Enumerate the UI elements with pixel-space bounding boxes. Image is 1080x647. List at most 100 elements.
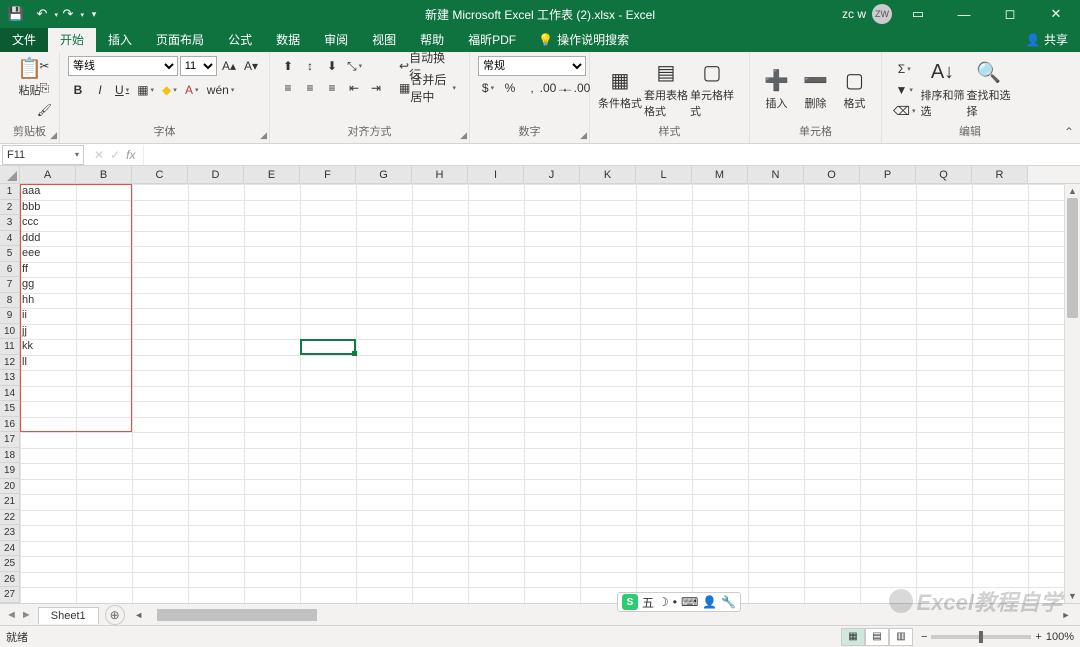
vertical-scrollbar[interactable]: ▲ ▼ bbox=[1064, 184, 1080, 603]
cell-value[interactable]: ll bbox=[20, 355, 76, 371]
column-header[interactable]: B bbox=[76, 166, 132, 183]
column-header[interactable]: A bbox=[20, 166, 76, 183]
border-icon[interactable]: ▦ bbox=[134, 80, 157, 100]
tab-layout[interactable]: 页面布局 bbox=[144, 27, 216, 52]
zoom-slider[interactable] bbox=[931, 635, 1031, 639]
column-header[interactable]: K bbox=[580, 166, 636, 183]
row-header[interactable]: 27 bbox=[0, 587, 20, 603]
cut-icon[interactable]: ✂ bbox=[34, 56, 55, 76]
formula-input[interactable] bbox=[143, 145, 1080, 165]
tell-me[interactable]: 💡操作说明搜索 bbox=[528, 27, 639, 52]
row-header[interactable]: 2 bbox=[0, 200, 20, 216]
hscroll-thumb[interactable] bbox=[157, 609, 317, 621]
cell-value[interactable]: hh bbox=[20, 293, 76, 309]
ime-punct-icon[interactable]: • bbox=[673, 595, 677, 609]
row-header[interactable]: 1 bbox=[0, 184, 20, 200]
row-header[interactable]: 25 bbox=[0, 556, 20, 572]
column-header[interactable]: F bbox=[300, 166, 356, 183]
zoom-level[interactable]: 100% bbox=[1046, 631, 1074, 643]
row-header[interactable]: 13 bbox=[0, 370, 20, 386]
row-header[interactable]: 20 bbox=[0, 479, 20, 495]
tab-data[interactable]: 数据 bbox=[264, 27, 312, 52]
tab-formula[interactable]: 公式 bbox=[216, 27, 264, 52]
delete-cells-button[interactable]: ➖删除 bbox=[797, 69, 834, 111]
number-launcher-icon[interactable]: ◢ bbox=[580, 130, 587, 141]
align-middle-icon[interactable]: ↕ bbox=[300, 56, 320, 76]
column-header[interactable]: R bbox=[972, 166, 1028, 183]
select-all-corner[interactable] bbox=[0, 166, 20, 183]
increase-font-icon[interactable]: A▴ bbox=[219, 56, 239, 76]
cell-value[interactable]: ff bbox=[20, 262, 76, 278]
column-header[interactable]: P bbox=[860, 166, 916, 183]
maximize-icon[interactable]: ◻ bbox=[990, 0, 1030, 28]
row-header[interactable]: 24 bbox=[0, 541, 20, 557]
orientation-icon[interactable]: ⤡ bbox=[344, 56, 365, 76]
fill-icon[interactable]: ▼ bbox=[890, 80, 918, 100]
pagebreak-view-icon[interactable]: ▥ bbox=[889, 628, 913, 646]
ime-moon-icon[interactable]: ☽ bbox=[658, 595, 669, 609]
column-header[interactable]: Q bbox=[916, 166, 972, 183]
ime-toolbar[interactable]: S 五 ☽ • ⌨ 👤 🔧 bbox=[617, 592, 741, 612]
cell-value[interactable]: eee bbox=[20, 246, 76, 262]
row-header[interactable]: 19 bbox=[0, 463, 20, 479]
save-icon[interactable]: 💾 bbox=[4, 2, 28, 26]
row-header[interactable]: 23 bbox=[0, 525, 20, 541]
cell-value[interactable]: jj bbox=[20, 324, 76, 340]
decrease-font-icon[interactable]: A▾ bbox=[241, 56, 261, 76]
sort-filter-button[interactable]: A↓排序和筛选 bbox=[920, 61, 964, 119]
column-header[interactable]: G bbox=[356, 166, 412, 183]
cell-value[interactable]: kk bbox=[20, 339, 76, 355]
fx-enter-icon[interactable]: ✓ bbox=[110, 148, 120, 162]
close-icon[interactable]: ✕ bbox=[1036, 0, 1076, 28]
row-header[interactable]: 5 bbox=[0, 246, 20, 262]
row-header[interactable]: 15 bbox=[0, 401, 20, 417]
column-header[interactable]: J bbox=[524, 166, 580, 183]
ime-settings-icon[interactable]: 🔧 bbox=[721, 595, 736, 609]
collapse-ribbon-icon[interactable]: ⌃ bbox=[1064, 125, 1074, 139]
share-button[interactable]: 👤 共享 bbox=[1014, 27, 1080, 52]
row-header[interactable]: 9 bbox=[0, 308, 20, 324]
indent-increase-icon[interactable]: ⇥ bbox=[366, 78, 386, 98]
sheet-tab[interactable]: Sheet1 bbox=[38, 607, 99, 624]
tab-file[interactable]: 文件 bbox=[0, 27, 48, 52]
tab-insert[interactable]: 插入 bbox=[96, 27, 144, 52]
currency-icon[interactable]: $ bbox=[478, 78, 498, 98]
align-left-icon[interactable]: ≡ bbox=[278, 78, 298, 98]
font-launcher-icon[interactable]: ◢ bbox=[260, 130, 267, 141]
font-size-select[interactable]: 11 bbox=[180, 56, 217, 76]
normal-view-icon[interactable]: ▦ bbox=[841, 628, 865, 646]
redo-icon[interactable]: ↷ bbox=[56, 2, 80, 26]
cell-styles-button[interactable]: ▢单元格样式 bbox=[690, 61, 734, 119]
indent-decrease-icon[interactable]: ⇤ bbox=[344, 78, 364, 98]
row-header[interactable]: 10 bbox=[0, 324, 20, 340]
column-header[interactable]: D bbox=[188, 166, 244, 183]
sheet-nav-prev-icon[interactable]: ◄ bbox=[6, 609, 17, 621]
row-header[interactable]: 16 bbox=[0, 417, 20, 433]
scroll-left-icon[interactable]: ◄ bbox=[133, 610, 145, 620]
cell-value[interactable]: bbb bbox=[20, 200, 76, 216]
decrease-decimal-icon[interactable]: ←.00 bbox=[566, 78, 586, 98]
vscroll-thumb[interactable] bbox=[1067, 198, 1078, 318]
name-box[interactable]: F11 bbox=[2, 145, 84, 165]
column-header[interactable]: I bbox=[468, 166, 524, 183]
minimize-icon[interactable]: — bbox=[944, 0, 984, 28]
table-format-button[interactable]: ▤套用表格格式 bbox=[644, 61, 688, 119]
row-header[interactable]: 21 bbox=[0, 494, 20, 510]
font-color-icon[interactable]: A bbox=[182, 80, 202, 100]
fill-color-icon[interactable]: ◆ bbox=[159, 80, 180, 100]
align-top-icon[interactable]: ⬆ bbox=[278, 56, 298, 76]
ime-mode[interactable]: 五 bbox=[642, 594, 654, 611]
clipboard-launcher-icon[interactable]: ◢ bbox=[50, 130, 57, 141]
number-format-select[interactable]: 常规 bbox=[478, 56, 586, 76]
row-header[interactable]: 11 bbox=[0, 339, 20, 355]
zoom-in-icon[interactable]: + bbox=[1035, 631, 1041, 643]
column-header[interactable]: C bbox=[132, 166, 188, 183]
column-header[interactable]: O bbox=[804, 166, 860, 183]
sheet-nav-next-icon[interactable]: ► bbox=[21, 609, 32, 621]
cells-area[interactable]: aaabbbcccdddeeeffgghhiijjkkll bbox=[20, 184, 1064, 603]
find-select-button[interactable]: 🔍查找和选择 bbox=[966, 61, 1010, 119]
column-header[interactable]: H bbox=[412, 166, 468, 183]
column-header[interactable]: M bbox=[692, 166, 748, 183]
ribbon-display-icon[interactable]: ▭ bbox=[898, 0, 938, 28]
add-sheet-button[interactable]: ⊕ bbox=[105, 605, 125, 625]
